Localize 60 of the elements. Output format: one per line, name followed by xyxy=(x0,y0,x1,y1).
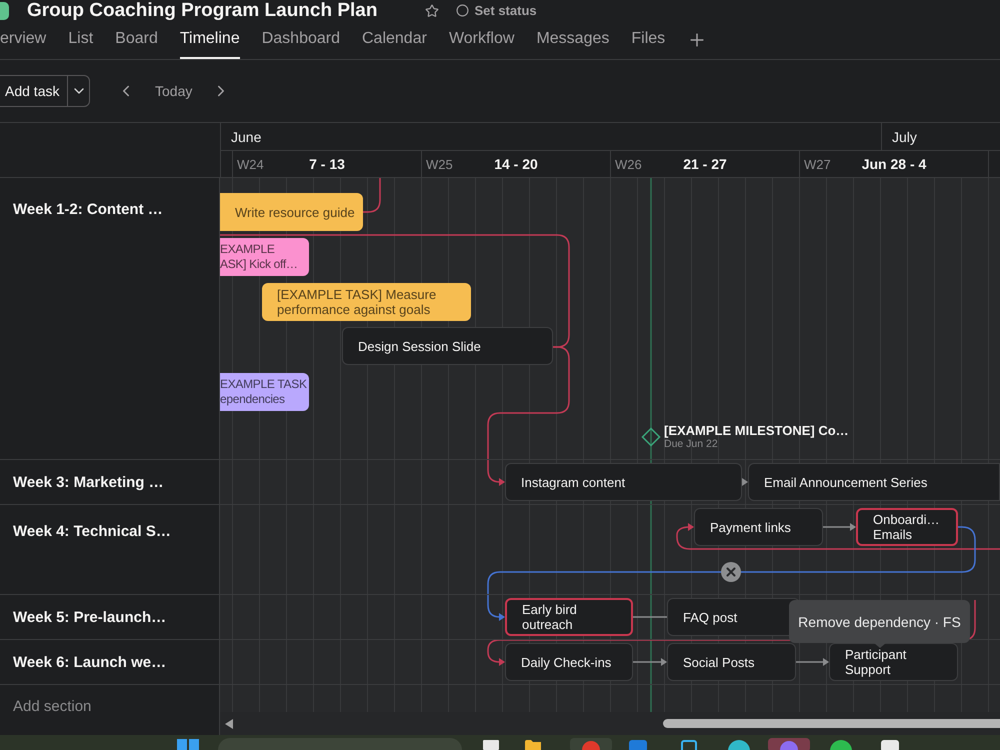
dropdown-button[interactable] xyxy=(67,75,90,107)
week-range: 21 - 27 xyxy=(683,156,727,172)
document-icon[interactable] xyxy=(482,738,500,750)
set-status-button[interactable]: Set status xyxy=(456,3,537,18)
tab[interactable]: Workflow xyxy=(448,21,514,59)
month-label: June xyxy=(231,128,262,144)
week-number: W27 xyxy=(803,156,831,172)
week-number: W24 xyxy=(236,156,264,172)
task-bar[interactable]: Payment links xyxy=(694,508,823,546)
add-section-button[interactable]: Add section xyxy=(13,697,92,717)
today-button[interactable]: Today xyxy=(155,83,192,99)
week-range: Jun 28 - 4 xyxy=(862,156,926,172)
tab[interactable]: Dashboard xyxy=(262,21,340,59)
task-bar[interactable]: Participant Support xyxy=(829,643,958,681)
folder-icon[interactable] xyxy=(524,738,542,750)
task-bar[interactable]: Social Posts xyxy=(667,643,796,681)
scrollbar-thumb[interactable] xyxy=(663,719,1000,728)
section-title: Week 3: Marketing … xyxy=(13,474,164,491)
task-bar[interactable]: Design Session Slide xyxy=(342,327,553,365)
add-task-button[interactable]: Add task xyxy=(0,75,67,107)
dependency-arrow xyxy=(742,478,748,486)
tab[interactable]: erview xyxy=(0,21,46,59)
task-bar[interactable]: Early bird outreach xyxy=(505,598,633,636)
milestone-icon xyxy=(641,427,661,447)
section-title: Week 5: Pre-launch… xyxy=(13,609,166,626)
milestone-title: [EXAMPLE MILESTONE] Co… xyxy=(664,423,849,438)
week-number: W25 xyxy=(425,156,453,172)
tab[interactable]: List xyxy=(68,21,94,59)
close-icon[interactable] xyxy=(721,562,741,582)
task-bar[interactable]: Daily Check-ins xyxy=(505,643,633,681)
week-range: 7 - 13 xyxy=(309,156,345,172)
task-bar[interactable]: Email Announcement Series xyxy=(748,463,1000,501)
circle-icon xyxy=(456,4,470,17)
section-title: Week 4: Technical S… xyxy=(13,523,171,540)
windows-logo-icon[interactable] xyxy=(177,738,199,750)
task-bar[interactable]: Write resource guide xyxy=(220,193,363,231)
task-bar[interactable]: Instagram content xyxy=(505,463,742,501)
week-range: 14 - 20 xyxy=(494,156,538,172)
tab[interactable]: Files xyxy=(631,21,666,59)
project-icon xyxy=(0,2,9,20)
task-bar[interactable]: EXAMPLE ASK] Kick off… xyxy=(220,238,309,276)
week-number: W26 xyxy=(614,156,642,172)
dependency-line xyxy=(633,616,667,618)
star-icon[interactable] xyxy=(425,4,440,18)
tab[interactable]: Timeline xyxy=(180,21,240,59)
dependency-line xyxy=(363,178,381,213)
tab[interactable]: Calendar xyxy=(362,21,427,59)
section-title: Week 1-2: Content … xyxy=(13,201,163,218)
task-bar[interactable]: Onboardi… Emails xyxy=(856,508,958,546)
app-icon[interactable] xyxy=(880,738,900,750)
month-label: July xyxy=(892,128,917,144)
section-title: Week 6: Launch we… xyxy=(13,654,166,671)
tab[interactable]: Board xyxy=(115,21,158,59)
tab[interactable]: Messages xyxy=(536,21,610,59)
task-bar[interactable]: [EXAMPLE TASK] Measure performance against goals xyxy=(262,283,471,321)
scroll-left-icon[interactable] xyxy=(225,718,233,728)
project-title: Group Coaching Program Launch Plan xyxy=(27,0,378,21)
task-bar[interactable]: EXAMPLE TASK ependencies xyxy=(220,373,309,411)
task-bar[interactable]: FAQ post xyxy=(667,598,800,636)
due-date: Due Jun 22 xyxy=(664,438,719,451)
